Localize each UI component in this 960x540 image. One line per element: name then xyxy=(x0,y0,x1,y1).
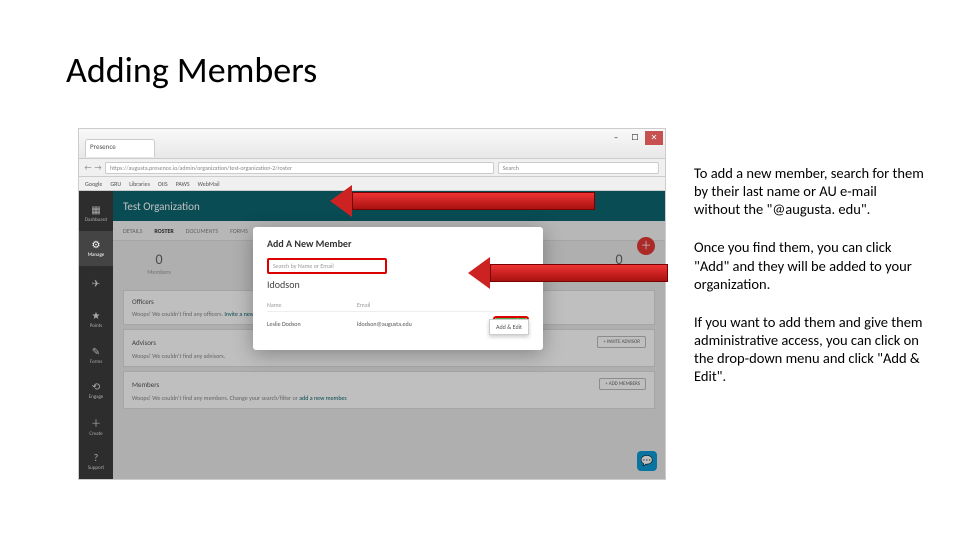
help-icon: ? xyxy=(94,451,99,464)
url-field[interactable]: https://augusta.presence.io/admin/organi… xyxy=(105,162,494,174)
explanation-text: To add a new member, search for them by … xyxy=(694,164,924,405)
search-field[interactable]: Search xyxy=(498,162,659,174)
callout-arrow-add xyxy=(468,264,668,282)
sidebar-item-dashboard[interactable]: ▦Dashboard xyxy=(79,195,113,231)
forward-icon[interactable]: → xyxy=(93,163,103,173)
sidebar-item-nav[interactable]: ✈ xyxy=(79,266,113,302)
sidebar: ▦Dashboard ⚙Manage ✈ ★Points ✎Forms ⟲Eng… xyxy=(79,191,113,479)
tab-roster[interactable]: ROSTER xyxy=(154,227,173,235)
browser-tab[interactable]: Presence xyxy=(85,139,155,157)
stat-label: Members xyxy=(129,268,189,276)
sidebar-label: Dashboard xyxy=(85,217,107,223)
add-edit-option[interactable]: Add & Edit xyxy=(489,319,529,335)
bookmark-item[interactable]: Google xyxy=(85,180,102,188)
slide-title: Adding Members xyxy=(66,48,317,92)
col-name: Name xyxy=(267,301,357,309)
stat-value: 0 xyxy=(129,251,189,268)
explain-p3: If you want to add them and give them ad… xyxy=(694,313,924,386)
bookmark-item[interactable]: WebMail xyxy=(198,180,220,188)
sidebar-label: Create xyxy=(89,431,102,437)
browser-titlebar: Presence ‒ ☐ ✕ xyxy=(79,129,665,159)
sidebar-item-create[interactable]: ＋Create xyxy=(79,408,113,444)
bookmark-item[interactable]: OIIS xyxy=(158,180,168,188)
add-member-modal: Add A New Member Search by Name or Email… xyxy=(253,227,543,350)
sidebar-label: Engage xyxy=(89,394,104,400)
add-members-button[interactable]: + ADD MEMBERS xyxy=(599,378,646,390)
callout-arrow-search xyxy=(330,192,595,210)
sidebar-item-points[interactable]: ★Points xyxy=(79,302,113,338)
app-screenshot: Presence ‒ ☐ ✕ ← → https://augusta.prese… xyxy=(78,128,666,480)
add-member-link[interactable]: add a new member. xyxy=(299,394,347,402)
section-title: Advisors xyxy=(132,338,156,347)
section-title: Members xyxy=(132,380,159,389)
bookmark-item[interactable]: GRU xyxy=(110,180,121,188)
sidebar-label: Points xyxy=(90,323,102,329)
minimize-button[interactable]: ‒ xyxy=(607,131,625,145)
bookmarks-bar: Google GRU Libraries OIIS PAWS WebMail xyxy=(79,177,665,191)
pencil-icon: ✎ xyxy=(92,345,100,358)
sidebar-item-support[interactable]: ?Support xyxy=(79,444,113,480)
empty-text: Woops! We couldn't find any advisors. xyxy=(132,352,225,360)
empty-text: Woops! We couldn't find any officers. xyxy=(132,310,223,318)
members-section: Members + ADD MEMBERS Woops! We couldn't … xyxy=(123,371,655,409)
back-icon[interactable]: ← xyxy=(83,163,93,173)
col-email: Email xyxy=(357,301,467,309)
refresh-icon: ⟲ xyxy=(92,380,100,393)
fab-add[interactable]: ＋ xyxy=(637,237,655,255)
result-header: Name Email xyxy=(267,299,529,312)
main-content: Test Organization DETAILS ROSTER DOCUMEN… xyxy=(113,191,665,479)
chat-icon[interactable]: 💬 xyxy=(637,451,657,471)
star-icon: ★ xyxy=(92,309,101,322)
sidebar-item-manage[interactable]: ⚙Manage xyxy=(79,231,113,267)
sidebar-item-forms[interactable]: ✎Forms xyxy=(79,337,113,373)
bookmark-item[interactable]: Libraries xyxy=(129,180,150,188)
maximize-button[interactable]: ☐ xyxy=(626,131,644,145)
tab-forms[interactable]: FORMS xyxy=(230,227,248,235)
result-email: ldodson@augusta.edu xyxy=(357,320,467,328)
sidebar-label: Manage xyxy=(88,252,105,258)
sidebar-label: Forms xyxy=(90,359,103,365)
url-bar: ← → https://augusta.presence.io/admin/or… xyxy=(79,159,665,177)
gear-icon: ⚙ xyxy=(92,238,101,251)
section-title: Officers xyxy=(132,297,154,306)
empty-text: Woops! We couldn't find any members. Cha… xyxy=(132,394,298,402)
dashboard-icon: ▦ xyxy=(91,203,100,216)
tab-documents[interactable]: DOCUMENTS xyxy=(186,227,218,235)
tab-details[interactable]: DETAILS xyxy=(123,227,142,235)
close-button[interactable]: ✕ xyxy=(645,131,663,145)
member-search-input[interactable]: Search by Name or Email xyxy=(267,258,387,274)
sidebar-label: Support xyxy=(88,465,104,471)
result-name: Leslie Dodson xyxy=(267,320,357,328)
modal-title: Add A New Member xyxy=(267,237,529,250)
sidebar-item-engage[interactable]: ⟲Engage xyxy=(79,373,113,409)
bookmark-item[interactable]: PAWS xyxy=(176,180,190,188)
plus-icon: ＋ xyxy=(91,415,101,430)
explain-p2: Once you find them, you can click "Add" … xyxy=(694,238,924,292)
explain-p1: To add a new member, search for them by … xyxy=(694,164,924,218)
invite-advisor-button[interactable]: + INVITE ADVISOR xyxy=(597,336,646,348)
plane-icon: ✈ xyxy=(92,277,100,290)
